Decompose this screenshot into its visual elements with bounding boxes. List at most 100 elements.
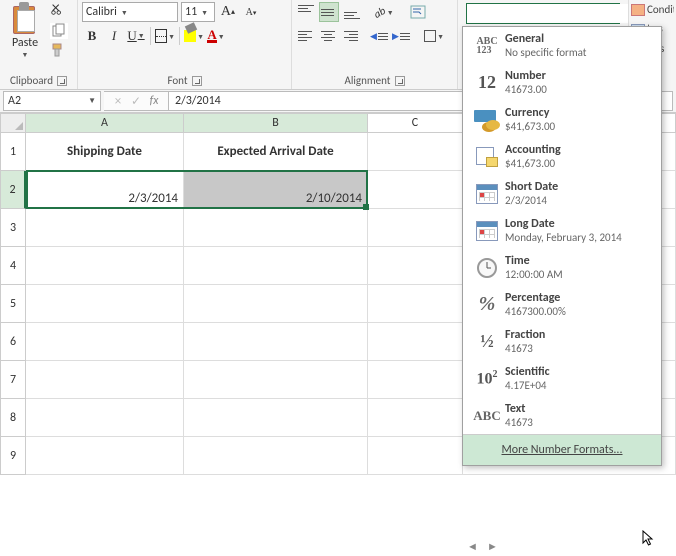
orientation-icon: ab: [372, 4, 388, 21]
format-text[interactable]: ABC Text41673: [463, 397, 661, 434]
row-header-6[interactable]: 6: [0, 323, 26, 361]
paste-button[interactable]: Paste ▼: [4, 2, 46, 59]
cell-a2[interactable]: 2/3/2014: [26, 171, 184, 209]
cell-c1[interactable]: [368, 133, 463, 171]
row-header-9[interactable]: 9: [0, 437, 26, 475]
cell[interactable]: [184, 209, 368, 247]
number-format-input[interactable]: [467, 4, 628, 23]
cell-a1[interactable]: Shipping Date: [26, 133, 184, 171]
format-sample: $41,673.00: [505, 120, 653, 133]
italic-button[interactable]: I: [104, 26, 124, 46]
fraction-icon: ½: [469, 331, 505, 352]
grow-font-button[interactable]: A▴: [218, 2, 238, 22]
format-sample: No specific format: [505, 46, 653, 59]
format-percentage[interactable]: % Percentage4167300.00%: [463, 286, 661, 323]
col-header-a[interactable]: A: [26, 113, 184, 133]
borders-button[interactable]: ▼: [155, 26, 175, 46]
row-header-7[interactable]: 7: [0, 361, 26, 399]
font-size-combo[interactable]: 11▼: [181, 2, 215, 22]
cell[interactable]: [26, 285, 184, 323]
format-currency[interactable]: Currency$41,673.00: [463, 101, 661, 138]
row-header-4[interactable]: 4: [0, 247, 26, 285]
align-middle-button[interactable]: [319, 2, 339, 22]
alignment-launcher[interactable]: [395, 76, 405, 86]
row-header-2[interactable]: 2: [0, 171, 26, 209]
format-fraction[interactable]: ½ Fraction41673: [463, 323, 661, 360]
font-launcher[interactable]: [192, 76, 202, 86]
increase-indent-button[interactable]: ▶: [392, 26, 412, 46]
format-sample: 4167300.00%: [505, 305, 653, 318]
copy-button[interactable]: [50, 23, 68, 39]
row-header-5[interactable]: 5: [0, 285, 26, 323]
format-short-date[interactable]: Short Date2/3/2014: [463, 175, 661, 212]
cell[interactable]: [184, 323, 368, 361]
merge-center-button[interactable]: ▼: [424, 26, 444, 46]
cell-b1[interactable]: Expected Arrival Date: [184, 133, 368, 171]
align-right-button[interactable]: [340, 26, 360, 46]
number-format-combo[interactable]: ▼: [466, 3, 620, 24]
cell[interactable]: [368, 323, 463, 361]
format-accounting[interactable]: Accounting$41,673.00: [463, 138, 661, 175]
shrink-font-button[interactable]: A▾: [241, 2, 261, 22]
format-general[interactable]: ABC123 GeneralNo specific format: [463, 27, 661, 64]
cell[interactable]: [26, 399, 184, 437]
clock-icon: [469, 258, 505, 278]
format-title: Time: [505, 254, 653, 268]
general-icon: ABC123: [469, 37, 505, 55]
decrease-indent-button[interactable]: ◀: [370, 26, 390, 46]
row-header-1[interactable]: 1: [0, 133, 26, 171]
font-name-combo[interactable]: Calibri▼: [82, 2, 178, 22]
more-number-formats[interactable]: More Number Formats...: [463, 434, 661, 465]
format-title: Text: [505, 402, 653, 416]
cut-button[interactable]: [50, 2, 68, 20]
bold-button[interactable]: B: [82, 26, 102, 46]
select-all-corner[interactable]: [0, 113, 26, 133]
cell[interactable]: [26, 361, 184, 399]
format-long-date[interactable]: Long DateMonday, February 3, 2014: [463, 212, 661, 249]
fill-color-button[interactable]: ▼: [184, 26, 204, 46]
sheet-nav-prev[interactable]: ◄: [467, 540, 478, 553]
cell[interactable]: [26, 323, 184, 361]
cell[interactable]: [184, 247, 368, 285]
wrap-text-button[interactable]: [408, 2, 428, 22]
align-center-button[interactable]: [318, 26, 338, 46]
cell[interactable]: [184, 361, 368, 399]
arrow-left-icon: ◀: [370, 31, 377, 42]
name-box[interactable]: A2▼: [3, 91, 101, 111]
format-painter-button[interactable]: [50, 42, 68, 62]
cell[interactable]: [184, 437, 368, 475]
cell[interactable]: [368, 209, 463, 247]
format-title: Number: [505, 69, 653, 83]
clipboard-launcher[interactable]: [57, 76, 67, 86]
currency-icon: [469, 110, 505, 130]
align-top-button[interactable]: [296, 2, 316, 22]
cell[interactable]: [26, 247, 184, 285]
format-scientific[interactable]: 102 Scientific4.17E+04: [463, 360, 661, 397]
sheet-nav-next[interactable]: ►: [487, 540, 498, 553]
cell[interactable]: [368, 399, 463, 437]
cell[interactable]: [368, 247, 463, 285]
row-header-8[interactable]: 8: [0, 399, 26, 437]
orientation-button[interactable]: ab▼: [374, 2, 394, 22]
underline-button[interactable]: U▼: [126, 26, 146, 46]
insert-function-button[interactable]: fx: [146, 94, 162, 108]
row-header-3[interactable]: 3: [0, 209, 26, 247]
cell[interactable]: [26, 437, 184, 475]
format-number[interactable]: 12 Number41673.00: [463, 64, 661, 101]
cell-b2[interactable]: 2/10/2014: [184, 171, 368, 209]
format-time[interactable]: Time12:00:00 AM: [463, 249, 661, 286]
cell[interactable]: [184, 399, 368, 437]
cell[interactable]: [368, 437, 463, 475]
align-left-button[interactable]: [296, 26, 316, 46]
align-bottom-button[interactable]: [342, 2, 362, 22]
more-formats-label: More Number Formats...: [502, 443, 623, 457]
cell[interactable]: [184, 285, 368, 323]
cell[interactable]: [26, 209, 184, 247]
col-header-b[interactable]: B: [184, 113, 368, 133]
font-color-button[interactable]: A▼: [206, 26, 226, 46]
col-header-c[interactable]: C: [368, 113, 463, 133]
conditional-formatting-button[interactable]: Condition: [631, 3, 674, 16]
cell-c2[interactable]: [368, 171, 463, 209]
cell[interactable]: [368, 285, 463, 323]
cell[interactable]: [368, 361, 463, 399]
